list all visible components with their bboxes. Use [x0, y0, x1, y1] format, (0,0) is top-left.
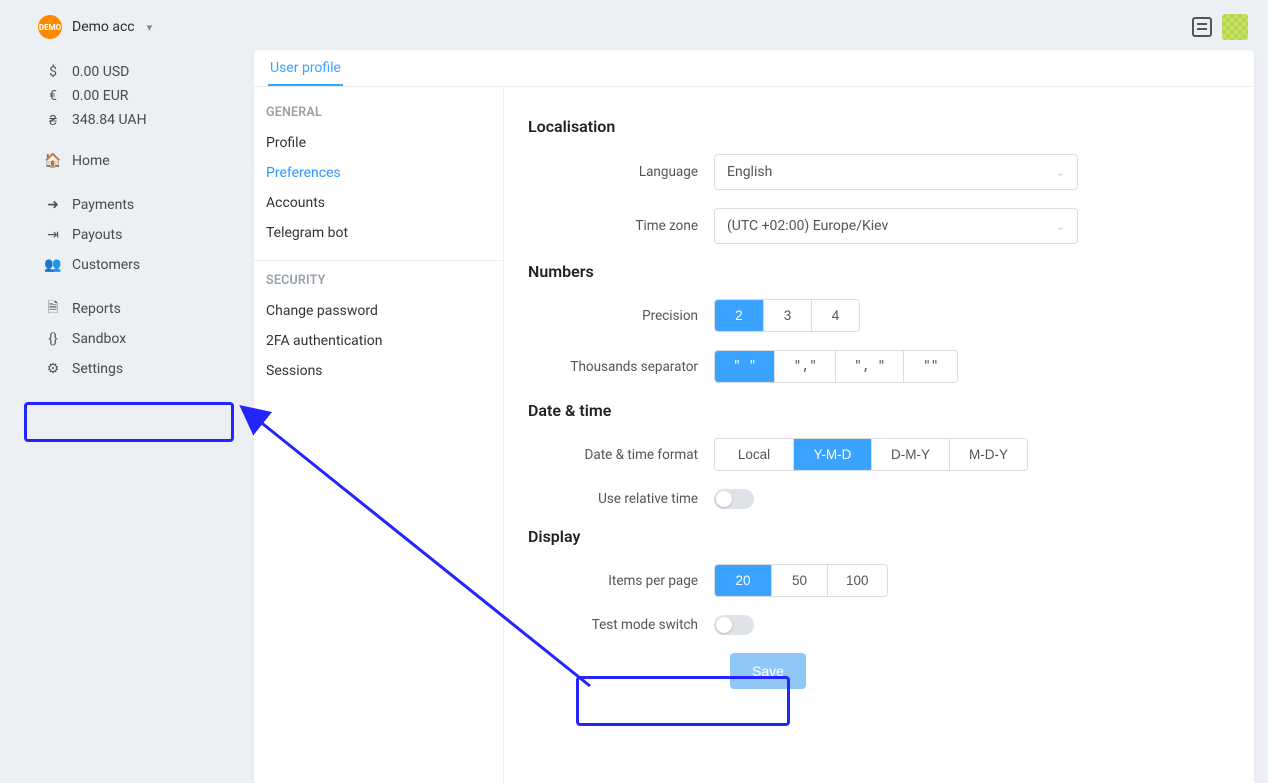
relative-time-label: Use relative time: [528, 491, 714, 507]
precision-option-3[interactable]: 3: [763, 300, 811, 331]
items-per-page-label: Items per page: [528, 573, 714, 589]
thousands-option-comma[interactable]: ",": [774, 351, 834, 382]
subnav-item-profile[interactable]: Profile: [264, 128, 493, 158]
dateformat-option-ymd[interactable]: Y-M-D: [793, 439, 871, 470]
sidebar-item-label: Payments: [72, 197, 134, 213]
language-label: Language: [528, 164, 714, 180]
profile-subnav: GENERAL Profile Preferences Accounts Tel…: [254, 87, 504, 783]
account-logo-icon: DEMO: [38, 15, 62, 39]
subnav-item-telegram[interactable]: Telegram bot: [264, 218, 493, 248]
dateformat-option-mdy[interactable]: M-D-Y: [949, 439, 1027, 470]
balance-uah: ₴ 348.84 UAH: [0, 108, 240, 132]
items-per-page-segmented: 20 50 100: [714, 564, 888, 597]
file-icon: 🗎: [44, 297, 62, 321]
sidebar-item-label: Sandbox: [72, 331, 126, 347]
subnav-item-preferences[interactable]: Preferences: [264, 158, 493, 188]
panel-header: User profile: [254, 50, 1254, 86]
dateformat-option-local[interactable]: Local: [715, 439, 793, 470]
chevron-down-icon: ⌄: [1056, 220, 1065, 233]
tab-user-profile[interactable]: User profile: [268, 60, 343, 86]
sidebar-item-sandbox[interactable]: {} Sandbox: [0, 324, 240, 354]
preferences-form: Localisation Language English ⌄ Time zon…: [504, 87, 1254, 783]
topbar-right: [1192, 14, 1248, 40]
items-option-50[interactable]: 50: [771, 565, 827, 596]
sidebar-item-customers[interactable]: 👥 Customers: [0, 250, 240, 280]
braces-icon: {}: [44, 331, 62, 347]
balance-usd: $ 0.00 USD: [0, 60, 240, 84]
users-icon: 👥: [44, 257, 62, 273]
sidebar-item-label: Reports: [72, 301, 121, 317]
sidebar: $ 0.00 USD € 0.00 EUR ₴ 348.84 UAH 🏠 Hom…: [0, 54, 240, 783]
user-avatar[interactable]: [1222, 14, 1248, 40]
arrow-out-icon: ⇥: [44, 227, 62, 243]
sidebar-item-settings[interactable]: ⚙ Settings: [0, 354, 240, 384]
thousands-option-commaspace[interactable]: ", ": [835, 351, 903, 382]
sidebar-item-payments[interactable]: ➜ Payments: [0, 190, 240, 220]
section-localisation: Localisation: [528, 117, 1254, 136]
test-mode-label: Test mode switch: [528, 617, 714, 633]
subnav-item-2fa[interactable]: 2FA authentication: [264, 326, 493, 356]
section-datetime: Date & time: [528, 401, 1254, 420]
gear-icon: ⚙: [44, 361, 62, 377]
chevron-down-icon: ▾: [147, 21, 153, 34]
precision-label: Precision: [528, 308, 714, 324]
hryvnia-icon: ₴: [44, 112, 62, 129]
sidebar-item-label: Customers: [72, 257, 140, 273]
timezone-label: Time zone: [528, 218, 714, 234]
language-value: English: [727, 164, 772, 180]
home-icon: 🏠: [44, 153, 62, 169]
section-display: Display: [528, 527, 1254, 546]
dateformat-segmented: Local Y-M-D D-M-Y M-D-Y: [714, 438, 1028, 471]
account-name: Demo acc: [72, 19, 135, 35]
precision-option-4[interactable]: 4: [811, 300, 859, 331]
arrow-in-icon: ➜: [44, 197, 62, 213]
subnav-group-security: SECURITY: [266, 273, 491, 288]
relative-time-toggle[interactable]: [714, 489, 754, 509]
sidebar-item-reports[interactable]: 🗎 Reports: [0, 294, 240, 324]
topbar: DEMO Demo acc ▾: [0, 0, 1268, 54]
timezone-select[interactable]: (UTC +02:00) Europe/Kiev ⌄: [714, 208, 1078, 244]
test-mode-toggle[interactable]: [714, 615, 754, 635]
thousands-label: Thousands separator: [528, 359, 714, 375]
sidebar-item-home[interactable]: 🏠 Home: [0, 146, 240, 176]
balance-value: 348.84 UAH: [72, 112, 147, 128]
items-option-100[interactable]: 100: [827, 565, 887, 596]
timezone-value: (UTC +02:00) Europe/Kiev: [727, 218, 888, 234]
subnav-item-change-password[interactable]: Change password: [264, 296, 493, 326]
thousands-option-space[interactable]: " ": [715, 351, 774, 382]
balance-value: 0.00 USD: [72, 64, 129, 80]
precision-option-2[interactable]: 2: [715, 300, 763, 331]
dateformat-label: Date & time format: [528, 447, 714, 463]
main-panel: User profile GENERAL Profile Preferences…: [254, 50, 1254, 783]
subnav-item-sessions[interactable]: Sessions: [264, 356, 493, 386]
sidebar-item-label: Settings: [72, 361, 123, 377]
balance-value: 0.00 EUR: [72, 88, 128, 104]
dateformat-option-dmy[interactable]: D-M-Y: [871, 439, 949, 470]
section-numbers: Numbers: [528, 262, 1254, 281]
sidebar-item-label: Home: [72, 153, 110, 169]
chevron-down-icon: ⌄: [1056, 166, 1065, 179]
items-option-20[interactable]: 20: [715, 565, 771, 596]
thousands-option-none[interactable]: "": [903, 351, 957, 382]
save-button[interactable]: Save: [730, 653, 806, 689]
sidebar-item-payouts[interactable]: ⇥ Payouts: [0, 220, 240, 250]
subnav-item-accounts[interactable]: Accounts: [264, 188, 493, 218]
dollar-icon: $: [44, 64, 62, 80]
subnav-group-general: GENERAL: [266, 105, 491, 120]
thousands-segmented: " " "," ", " "": [714, 350, 958, 383]
euro-icon: €: [44, 88, 62, 104]
precision-segmented: 2 3 4: [714, 299, 860, 332]
account-switcher[interactable]: DEMO Demo acc ▾: [38, 15, 152, 39]
sidebar-item-label: Payouts: [72, 227, 122, 243]
balance-eur: € 0.00 EUR: [0, 84, 240, 108]
language-select[interactable]: English ⌄: [714, 154, 1078, 190]
docs-icon[interactable]: [1192, 17, 1212, 37]
